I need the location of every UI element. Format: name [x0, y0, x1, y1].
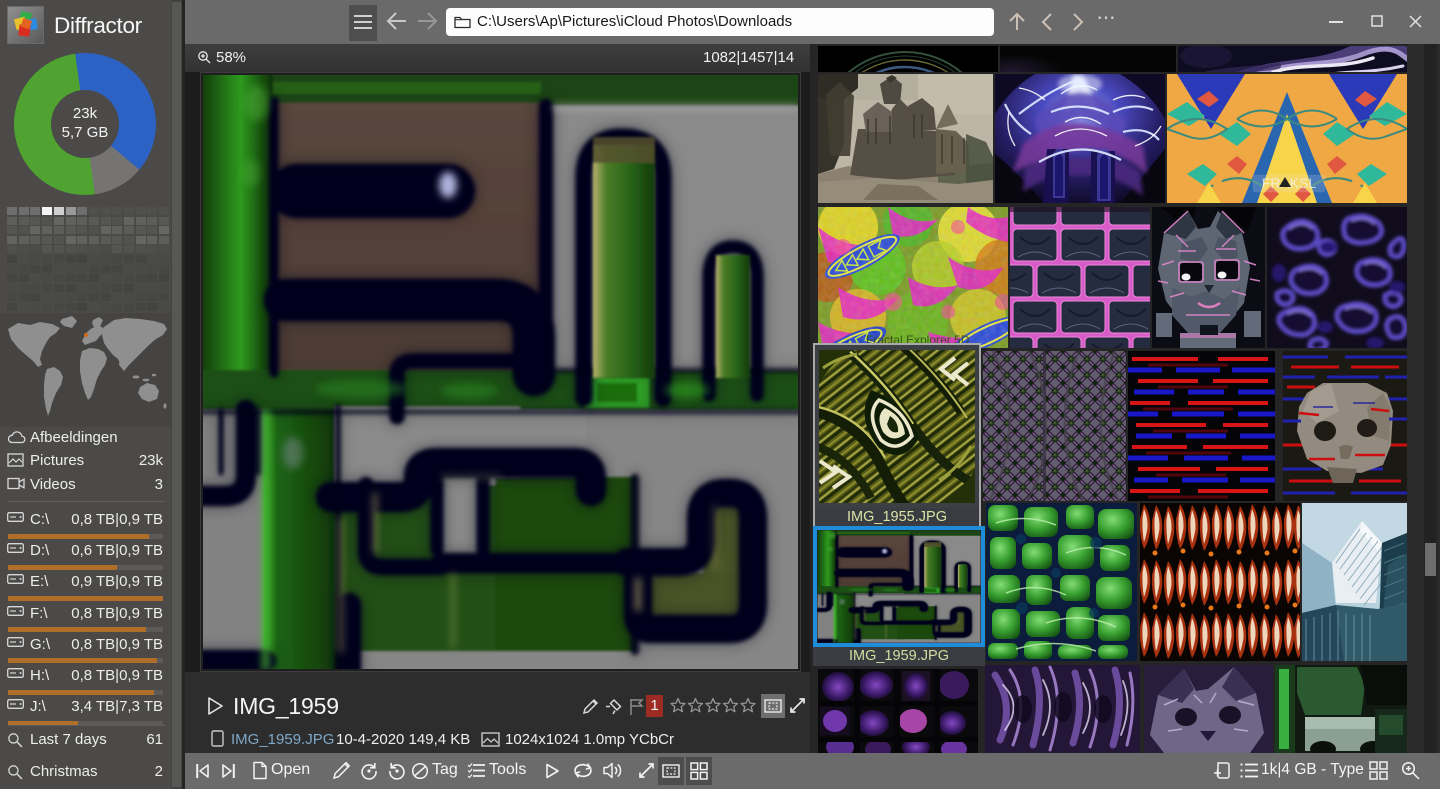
- svg-text:FRAKSL: FRAKSL: [1262, 175, 1317, 191]
